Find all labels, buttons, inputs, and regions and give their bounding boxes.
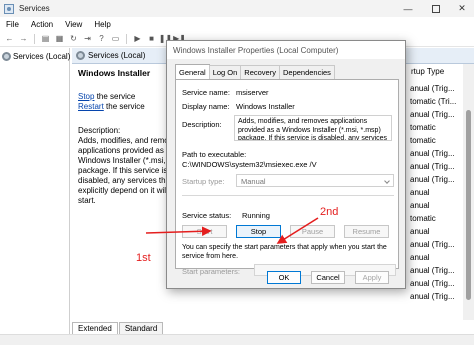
display-name-value: Windows Installer <box>236 102 295 111</box>
description-line: applications provided as a <box>78 146 171 155</box>
minimize-button[interactable]: — <box>396 0 420 17</box>
services-app-icon <box>4 3 14 14</box>
stop-service-icon[interactable]: ■ <box>146 33 157 44</box>
tab-dependencies[interactable]: Dependencies <box>278 65 335 79</box>
maximize-icon <box>432 4 440 13</box>
description-line: disabled, any services that <box>78 176 172 185</box>
export-list-icon[interactable]: ⇥ <box>82 33 93 44</box>
restart-service-line: Restart the service <box>78 102 166 112</box>
start-button[interactable]: Start <box>182 225 227 238</box>
menu-help[interactable]: Help <box>88 20 116 29</box>
apply-button[interactable]: Apply <box>355 271 389 284</box>
path-value: C:\WINDOWS\system32\msiexec.exe /V <box>182 160 317 169</box>
general-tab-panel: Service name: msiserver Display name: Wi… <box>175 79 399 276</box>
properties-icon[interactable]: ▦ <box>54 33 65 44</box>
startup-type-cell[interactable]: anual <box>410 188 430 197</box>
gear-icon <box>76 51 85 60</box>
tab-extended[interactable]: Extended <box>72 322 118 334</box>
toolbar-separator <box>34 33 35 44</box>
description-line: start. <box>78 196 96 205</box>
services-header-label: Services (Local) <box>88 51 146 60</box>
startup-type-cell[interactable]: anual <box>410 227 430 236</box>
resume-button[interactable]: Resume <box>344 225 389 238</box>
startup-type-cell[interactable]: anual (Trig... <box>410 240 455 249</box>
tab-standard[interactable]: Standard <box>118 322 164 334</box>
menu-file[interactable]: File <box>0 20 25 29</box>
startup-type-cell[interactable]: anual (Trig... <box>410 292 455 301</box>
help-icon[interactable]: ? <box>96 33 107 44</box>
start-parameters-label: Start parameters: <box>182 267 240 276</box>
annotation-first: 1st <box>136 252 151 264</box>
stop-service-link[interactable]: Stop <box>78 92 94 101</box>
description-pane: Windows Installer Stop the service Resta… <box>72 64 172 320</box>
view-tabs: Extended Standard <box>72 320 474 334</box>
divider <box>182 195 394 196</box>
description-textbox[interactable]: Adds, modifies, and removes applications… <box>234 115 392 141</box>
service-name-value: msiserver <box>236 88 269 97</box>
startup-type-cell[interactable]: tomatic (Tri... <box>410 97 456 106</box>
dialog-title: Windows Installer Properties (Local Comp… <box>167 41 405 59</box>
properties-dialog: Windows Installer Properties (Local Comp… <box>166 40 406 289</box>
startup-type-select[interactable]: Manual <box>236 174 394 187</box>
tab-general[interactable]: General <box>175 64 210 79</box>
dialog-tabs: General Log On Recovery Dependencies <box>175 64 335 79</box>
menu-action[interactable]: Action <box>25 20 59 29</box>
menu-bar: File Action View Help <box>0 17 474 31</box>
description-line: package. If this service is <box>78 166 168 175</box>
startup-type-cell[interactable]: anual <box>410 253 430 262</box>
selected-service-name: Windows Installer <box>78 68 151 78</box>
annotation-second: 2nd <box>320 206 339 218</box>
startup-type-cell[interactable]: anual (Trig... <box>410 162 455 171</box>
pause-button[interactable]: Pause <box>290 225 335 238</box>
stop-service-text: the service <box>94 92 136 101</box>
description-label: Description: <box>182 120 222 129</box>
path-label: Path to executable: <box>182 150 247 159</box>
status-bar <box>0 334 474 345</box>
console-tree: Services (Local) <box>0 48 70 345</box>
start-params-help: You can specify the start parameters tha… <box>182 244 387 260</box>
service-name-label: Service name: <box>182 88 230 97</box>
tree-item-services-local[interactable]: Services (Local) <box>2 52 70 61</box>
restart-service-text: the service <box>103 102 145 111</box>
startup-type-label: Startup type: <box>182 177 225 186</box>
close-button[interactable]: ✕ <box>450 0 474 17</box>
startup-type-cell[interactable]: anual (Trig... <box>410 266 455 275</box>
stop-button[interactable]: Stop <box>236 225 281 238</box>
show-hide-icon[interactable]: ▭ <box>110 33 121 44</box>
forward-icon[interactable]: → <box>18 33 29 44</box>
startup-type-cell[interactable]: anual (Trig... <box>410 175 455 184</box>
startup-type-cell[interactable]: anual (Trig... <box>410 84 455 93</box>
startup-type-cell[interactable]: tomatic <box>410 214 436 223</box>
startup-type-cell[interactable]: tomatic <box>410 123 436 132</box>
tab-log-on[interactable]: Log On <box>208 65 242 79</box>
cancel-button[interactable]: Cancel <box>311 271 345 284</box>
description-line: explicitly depend on it will <box>78 186 168 195</box>
description-line: Adds, modifies, and remov <box>78 136 172 145</box>
startup-type-cell[interactable]: anual (Trig... <box>410 149 455 158</box>
service-status-label: Service status: <box>182 211 232 220</box>
gear-icon <box>2 52 11 61</box>
startup-type-cell[interactable]: anual (Trig... <box>410 110 455 119</box>
start-service-icon[interactable]: ▶ <box>132 33 143 44</box>
ok-button[interactable]: OK <box>267 271 301 284</box>
back-icon[interactable]: ← <box>4 33 15 44</box>
stop-service-line: Stop the service <box>78 92 166 102</box>
menu-view[interactable]: View <box>59 20 88 29</box>
refresh-icon[interactable]: ↻ <box>68 33 79 44</box>
scrollbar-thumb[interactable] <box>466 110 471 300</box>
description-line: Windows Installer (*.msi, * <box>78 156 171 165</box>
tree-item-label: Services (Local) <box>13 52 71 61</box>
tab-recovery[interactable]: Recovery <box>240 65 280 79</box>
restart-service-link[interactable]: Restart <box>78 102 104 111</box>
display-name-label: Display name: <box>182 102 230 111</box>
console-tree-icon[interactable]: ▤ <box>40 33 51 44</box>
window-title: Services <box>19 4 50 13</box>
service-status-value: Running <box>242 211 270 220</box>
startup-type-cell[interactable]: anual <box>410 201 430 210</box>
startup-type-cell[interactable]: tomatic <box>410 136 436 145</box>
startup-type-cell[interactable]: anual (Trig... <box>410 279 455 288</box>
maximize-button[interactable] <box>424 0 448 17</box>
toolbar-separator <box>126 33 127 44</box>
description-heading: Description: <box>78 126 121 135</box>
